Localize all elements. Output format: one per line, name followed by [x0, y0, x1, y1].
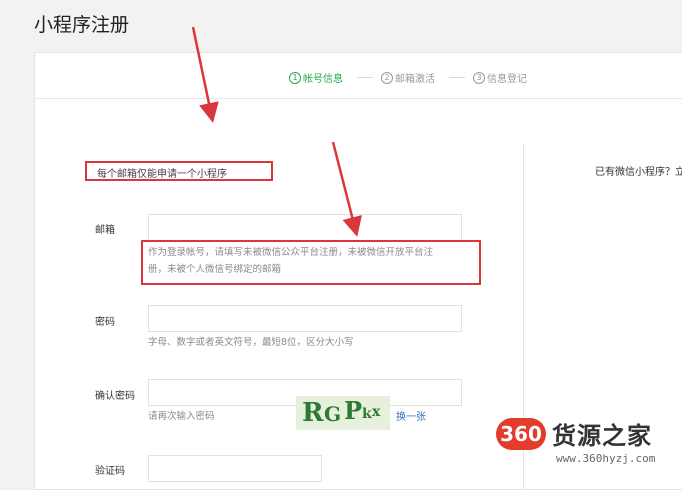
watermark: 360 货源之家 www.360hyzj.com — [488, 412, 682, 470]
step-label: 帐号信息 — [303, 74, 343, 85]
step-connector — [449, 77, 465, 78]
step-label: 信息登记 — [487, 74, 527, 85]
step-connector — [357, 77, 373, 78]
watermark-logo: 360 — [496, 418, 546, 450]
password-input[interactable] — [148, 305, 462, 332]
captcha-input[interactable] — [148, 455, 322, 482]
step-account-info: 1 帐号信息 — [289, 70, 343, 85]
confirm-password-label: 确认密码 — [95, 391, 135, 402]
refresh-captcha-link[interactable]: 换一张 — [396, 408, 426, 423]
steps-bar: 1 帐号信息 2 邮箱激活 3 信息登记 — [35, 53, 682, 99]
one-miniprogram-per-email-notice: 每个邮箱仅能申请一个小程序 — [97, 169, 227, 180]
captcha-label: 验证码 — [95, 466, 125, 477]
step-number: 2 — [381, 71, 393, 84]
password-label: 密码 — [95, 317, 115, 328]
step-number: 3 — [473, 71, 485, 84]
confirm-password-help: 请再次输入密码 — [148, 411, 215, 422]
step-email-activation: 2 邮箱激活 — [381, 70, 435, 85]
registration-page: 小程序注册 1 帐号信息 2 邮箱激活 3 信息登记 已有微信小程序？立 每个邮… — [0, 0, 682, 490]
existing-miniprogram-login-link[interactable]: 已有微信小程序？立 — [595, 163, 682, 178]
step-info-registration: 3 信息登记 — [473, 70, 527, 85]
password-help: 字母、数字或者英文符号，最短8位，区分大小写 — [148, 337, 354, 348]
email-help-line-2: 册，未被个人微信号绑定的邮箱 — [148, 264, 282, 275]
page-title: 小程序注册 — [34, 14, 130, 36]
email-help-line-1: 作为登录帐号，请填写未被微信公众平台注册，未被微信开放平台注 — [148, 247, 434, 258]
step-number: 1 — [289, 71, 301, 84]
watermark-url: www.360hyzj.com — [556, 452, 656, 465]
watermark-name: 货源之家 — [552, 422, 652, 450]
email-input[interactable] — [148, 214, 462, 241]
captcha-image[interactable]: R G P k x — [296, 396, 390, 430]
email-label: 邮箱 — [95, 225, 115, 236]
step-label: 邮箱激活 — [395, 74, 435, 85]
